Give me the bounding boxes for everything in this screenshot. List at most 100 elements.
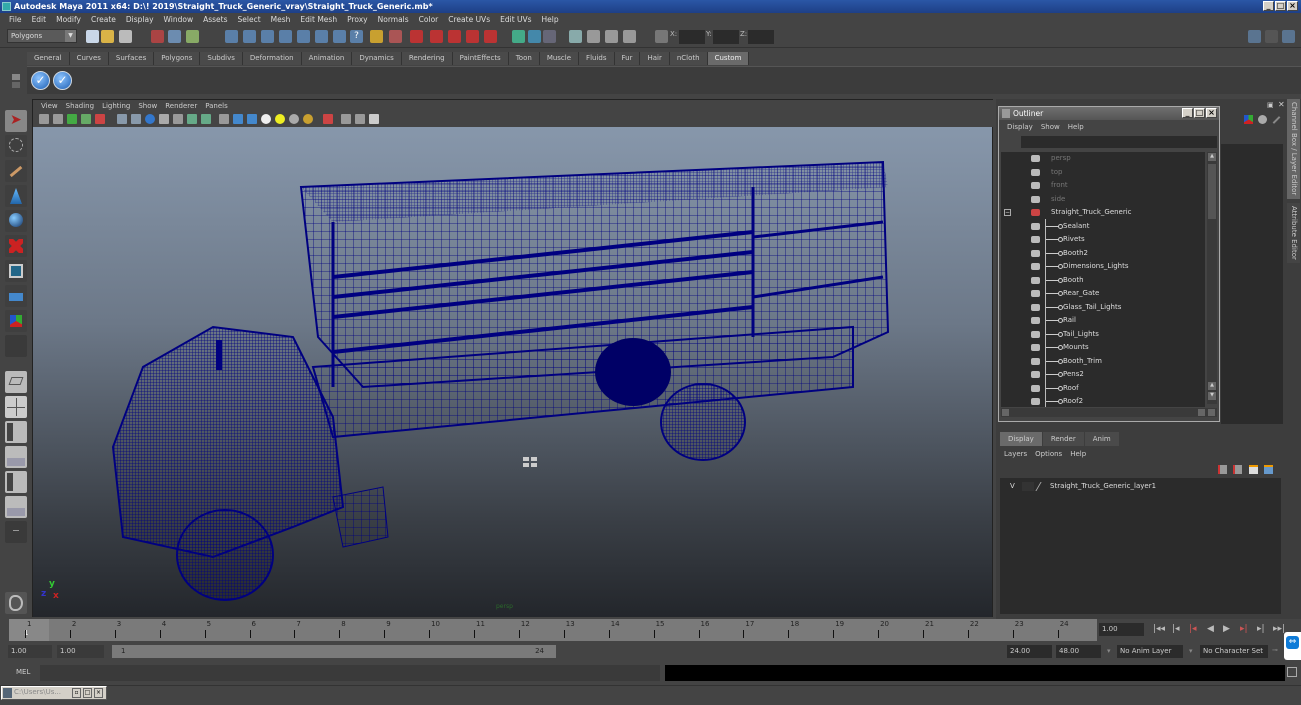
last-tool-slot[interactable] bbox=[5, 335, 27, 357]
maximize-button[interactable]: □ bbox=[1275, 1, 1286, 11]
shelf-tab-fur[interactable]: Fur bbox=[614, 52, 641, 65]
menuset-dropdown[interactable]: Polygons ▼ bbox=[7, 29, 77, 43]
restore-button[interactable]: ▫ bbox=[72, 688, 81, 698]
layer-tab-display[interactable]: Display bbox=[1000, 432, 1042, 446]
outliner-item[interactable]: Rivets bbox=[1001, 233, 1205, 247]
snap-icon[interactable] bbox=[333, 30, 346, 43]
start-time-field[interactable]: 1.00 bbox=[8, 645, 52, 658]
shelf-menu-handle[interactable] bbox=[8, 66, 24, 94]
scroll-up-icon[interactable]: ▲ bbox=[1208, 153, 1216, 161]
menu-modify[interactable]: Modify bbox=[51, 13, 86, 26]
z-field[interactable] bbox=[748, 30, 774, 44]
layout-single-pane[interactable] bbox=[5, 371, 27, 393]
snap-icon[interactable] bbox=[315, 30, 328, 43]
outliner-item-camera[interactable]: side bbox=[1001, 193, 1205, 207]
scale-tool[interactable] bbox=[5, 235, 27, 257]
shelf-tab-custom[interactable]: Custom bbox=[707, 52, 750, 65]
check-icon[interactable]: ✓ bbox=[53, 71, 72, 90]
outliner-maximize-button[interactable]: □ bbox=[1194, 108, 1205, 118]
chevron-down-icon[interactable]: ▾ bbox=[1107, 647, 1111, 655]
menu-select[interactable]: Select bbox=[233, 13, 266, 26]
collapse-icon[interactable]: − bbox=[1004, 209, 1011, 216]
all-lights-icon[interactable] bbox=[303, 114, 313, 124]
scroll-thumb[interactable] bbox=[1208, 164, 1216, 219]
xray-icon[interactable] bbox=[233, 114, 243, 124]
character-set-dropdown[interactable]: No Character Set bbox=[1200, 645, 1268, 658]
clock-icon[interactable] bbox=[1258, 115, 1267, 124]
x-field[interactable] bbox=[679, 30, 705, 44]
output-ops-icon[interactable] bbox=[528, 30, 541, 43]
render-view-icon[interactable] bbox=[569, 30, 582, 43]
step-back-key-button[interactable]: |◂ bbox=[1172, 624, 1180, 634]
layout-hypershade-persp[interactable] bbox=[5, 471, 27, 493]
light-icon[interactable] bbox=[275, 114, 285, 124]
menu-edit-uvs[interactable]: Edit UVs bbox=[495, 13, 536, 26]
render-clapper-icon[interactable] bbox=[587, 30, 600, 43]
frame-icon[interactable] bbox=[355, 114, 365, 124]
save-scene-icon[interactable] bbox=[119, 30, 132, 43]
outliner-item-camera[interactable]: top bbox=[1001, 166, 1205, 180]
scroll-left-icon[interactable] bbox=[1198, 409, 1205, 416]
paint-select-tool[interactable] bbox=[5, 160, 27, 182]
playback-end-field[interactable]: 24.00 bbox=[1007, 645, 1052, 658]
shelf-tab-muscle[interactable]: Muscle bbox=[539, 52, 580, 65]
layer-color-swatch[interactable] bbox=[1035, 482, 1049, 491]
minimized-window[interactable]: C:\Users\Us... ▫ □ × bbox=[1, 686, 107, 700]
lock-icon[interactable] bbox=[370, 30, 383, 43]
construction-history-icon[interactable] bbox=[543, 30, 556, 43]
outliner-item[interactable]: Sealant bbox=[1001, 220, 1205, 234]
transform-field-icon[interactable] bbox=[655, 30, 668, 43]
shelf-tab-deformation[interactable]: Deformation bbox=[242, 52, 302, 65]
shelf-tab-rendering[interactable]: Rendering bbox=[401, 52, 453, 65]
menu-display[interactable]: Display bbox=[121, 13, 159, 26]
layer-menu-layers[interactable]: Layers bbox=[1000, 448, 1031, 460]
menu-file[interactable]: File bbox=[4, 13, 27, 26]
scroll-left-icon[interactable] bbox=[1002, 409, 1009, 416]
universal-manipulator-tool[interactable] bbox=[5, 260, 27, 282]
mel-input[interactable] bbox=[40, 665, 660, 681]
open-scene-icon[interactable] bbox=[101, 30, 114, 43]
outliner-item[interactable]: Booth bbox=[1001, 274, 1205, 288]
outliner-item-camera[interactable]: persp bbox=[1001, 152, 1205, 166]
input-ops-icon[interactable] bbox=[512, 30, 525, 43]
outliner-filter-field[interactable] bbox=[1021, 136, 1217, 148]
bounding-box-icon[interactable] bbox=[173, 114, 183, 124]
menu-color[interactable]: Color bbox=[414, 13, 444, 26]
bookmark-icon[interactable] bbox=[67, 114, 77, 124]
grid-icon[interactable] bbox=[131, 114, 141, 124]
outliner-item[interactable]: Booth_Trim bbox=[1001, 355, 1205, 369]
show-attribute-editor-icon[interactable] bbox=[1282, 30, 1295, 43]
outliner-minimize-button[interactable]: _ bbox=[1182, 108, 1193, 118]
checker-icon[interactable] bbox=[261, 114, 271, 124]
outliner-menu-help[interactable]: Help bbox=[1064, 121, 1088, 134]
vp-menu-panels[interactable]: Panels bbox=[201, 100, 232, 112]
select-hierarchy-icon[interactable] bbox=[151, 30, 164, 43]
soft-modification-tool[interactable] bbox=[5, 285, 27, 307]
shelf-tab-surfaces[interactable]: Surfaces bbox=[108, 52, 155, 65]
anim-layer-dropdown[interactable]: No Anim Layer bbox=[1117, 645, 1183, 658]
menu-create-uvs[interactable]: Create UVs bbox=[443, 13, 495, 26]
minimize-button[interactable]: _ bbox=[1263, 1, 1274, 11]
vp-menu-view[interactable]: View bbox=[37, 100, 62, 112]
render-settings-icon[interactable] bbox=[623, 30, 636, 43]
outliner-item[interactable]: Rear_Gate bbox=[1001, 287, 1205, 301]
menu-edit[interactable]: Edit bbox=[27, 13, 52, 26]
vp-menu-show[interactable]: Show bbox=[134, 100, 161, 112]
xray-joints-icon[interactable] bbox=[247, 114, 257, 124]
layer-menu-help[interactable]: Help bbox=[1066, 448, 1090, 460]
outliner-menu-show[interactable]: Show bbox=[1037, 121, 1064, 134]
float-icon[interactable]: ▣ bbox=[1267, 101, 1274, 109]
menu-window[interactable]: Window bbox=[159, 13, 199, 26]
manipulator-icon[interactable] bbox=[1244, 115, 1253, 124]
range-slider[interactable]: 1 24 bbox=[112, 645, 556, 658]
outliner-item[interactable]: Pens2 bbox=[1001, 368, 1205, 382]
snap-curve-icon[interactable] bbox=[243, 30, 256, 43]
outliner-item-root[interactable]: − Straight_Truck_Generic bbox=[1001, 206, 1205, 220]
text-icon[interactable] bbox=[201, 114, 211, 124]
layer-type-toggle[interactable] bbox=[1022, 482, 1034, 491]
menu-help[interactable]: Help bbox=[537, 13, 564, 26]
default-light-icon[interactable] bbox=[289, 114, 299, 124]
wire-on-shaded-icon[interactable] bbox=[219, 114, 229, 124]
layout-persp-graph[interactable] bbox=[5, 446, 27, 468]
history-icon[interactable] bbox=[389, 30, 402, 43]
